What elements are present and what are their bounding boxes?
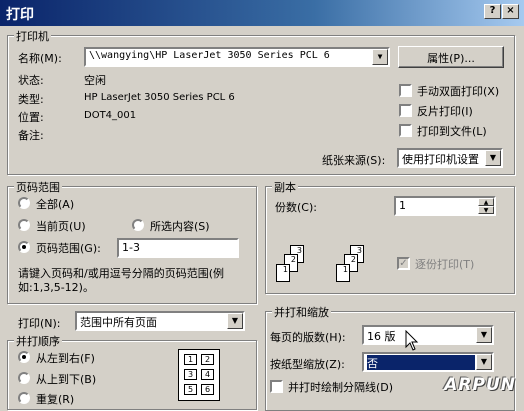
copies-count-input[interactable]: 1 ▲ ▼ — [394, 196, 496, 216]
current-page-label: 当前页(U) — [36, 220, 86, 233]
duplex-label: 手动双面打印(X) — [417, 85, 500, 98]
selection-label: 所选内容(S) — [150, 220, 210, 233]
paper-source-value: 使用打印机设置 — [402, 153, 479, 166]
paper-source-combo[interactable]: 使用打印机设置 ▼ — [397, 148, 503, 168]
printer-name-value: \\wangying\HP LaserJet 3050 Series PCL 6 — [89, 50, 330, 61]
chevron-down-icon[interactable]: ▼ — [227, 313, 243, 329]
pages-per-sheet-label: 每页的版数(H): — [270, 331, 346, 344]
close-button[interactable]: × — [502, 4, 519, 19]
order-left-to-right-label: 从左到右(F) — [36, 352, 95, 365]
duplex-checkbox[interactable] — [399, 84, 412, 97]
printer-name-label: 名称(M): — [18, 52, 62, 65]
copies-group-label: 副本 — [272, 179, 298, 195]
copies-count-label: 份数(C): — [275, 201, 317, 214]
print-what-value: 范围中所有页面 — [80, 316, 157, 329]
print-to-file-checkbox[interactable] — [399, 124, 412, 137]
order-cell: 1 — [184, 354, 197, 365]
order-cell: 3 — [184, 369, 197, 380]
zoom-group-label: 并打和缩放 — [272, 304, 331, 320]
spin-down-icon[interactable]: ▼ — [478, 206, 494, 214]
collate-label: 逐份打印(T) — [415, 258, 475, 271]
order-cell: 5 — [184, 384, 197, 395]
reverse-label: 反片打印(I) — [417, 105, 473, 118]
order-left-to-right-radio[interactable] — [18, 351, 30, 363]
all-pages-radio[interactable] — [18, 197, 30, 209]
page-range-radio[interactable] — [18, 241, 30, 253]
chevron-down-icon[interactable]: ▼ — [372, 49, 388, 65]
scale-label: 按纸型缩放(Z): — [270, 358, 345, 371]
status-value: 空闲 — [84, 74, 106, 87]
where-label: 位置: — [18, 111, 44, 124]
order-repeat-label: 重复(R) — [36, 393, 75, 406]
mouse-cursor-icon — [405, 330, 419, 351]
type-value: HP LaserJet 3050 Series PCL 6 — [84, 92, 235, 103]
pages-per-sheet-combo[interactable]: 16 版 ▼ — [362, 325, 494, 345]
chevron-down-icon[interactable]: ▼ — [476, 327, 492, 343]
scale-value: 否 — [367, 355, 475, 370]
page-range-hint: 请键入页码和/或用逗号分隔的页码范围(例如:1,3,5-12)。 — [18, 267, 224, 294]
dialog-title: 打印 — [6, 7, 34, 23]
selection-radio[interactable] — [132, 219, 144, 231]
page-range-label: 页码范围(G): — [36, 242, 101, 255]
page-range-value: 1-3 — [122, 241, 140, 254]
type-label: 类型: — [18, 93, 44, 106]
page-range-input[interactable]: 1-3 — [117, 238, 239, 258]
status-label: 状态: — [18, 74, 44, 87]
printer-group-label: 打印机 — [14, 28, 51, 44]
all-pages-label: 全部(A) — [36, 198, 75, 211]
order-preview: 1 2 3 4 5 6 — [178, 349, 220, 401]
print-what-combo[interactable]: 范围中所有页面 ▼ — [75, 311, 245, 331]
scale-combo[interactable]: 否 ▼ — [362, 352, 494, 372]
copies-count-value: 1 — [399, 199, 406, 212]
order-repeat-radio[interactable] — [18, 392, 30, 404]
print-dialog: 打印 ? × 打印机 名称(M): \\wangying\HP LaserJet… — [0, 0, 524, 411]
print-order-group-label: 并打顺序 — [14, 333, 62, 349]
comment-label: 备注: — [18, 129, 44, 142]
page-icon: 1 — [276, 264, 290, 282]
draw-borders-checkbox[interactable] — [270, 380, 283, 393]
print-to-file-label: 打印到文件(L) — [417, 125, 487, 138]
paper-source-label: 纸张来源(S): — [322, 154, 386, 167]
title-bar: 打印 ? × — [0, 0, 524, 26]
order-top-to-bottom-label: 从上到下(B) — [36, 373, 97, 386]
print-what-label: 打印(N): — [18, 317, 61, 330]
pages-per-sheet-value: 16 版 — [367, 330, 396, 343]
page-icon: 1 — [336, 264, 350, 282]
spin-up-icon[interactable]: ▲ — [478, 198, 494, 206]
printer-name-combo[interactable]: \\wangying\HP LaserJet 3050 Series PCL 6… — [84, 47, 390, 67]
order-cell: 6 — [201, 384, 214, 395]
page-range-group-label: 页码范围 — [14, 179, 62, 195]
help-button[interactable]: ? — [484, 4, 501, 19]
watermark-logo: ARPUN — [444, 375, 516, 395]
current-page-radio[interactable] — [18, 219, 30, 231]
where-value: DOT4_001 — [84, 110, 137, 121]
order-cell: 4 — [201, 369, 214, 380]
reverse-checkbox[interactable] — [399, 104, 412, 117]
order-cell: 2 — [201, 354, 214, 365]
chevron-down-icon[interactable]: ▼ — [476, 354, 492, 370]
order-top-to-bottom-radio[interactable] — [18, 372, 30, 384]
draw-borders-label: 并打时绘制分隔线(D) — [288, 381, 394, 394]
collate-checkbox[interactable]: ✓ — [397, 257, 410, 270]
properties-button[interactable]: 属性(P)... — [398, 46, 504, 68]
chevron-down-icon[interactable]: ▼ — [485, 150, 501, 166]
